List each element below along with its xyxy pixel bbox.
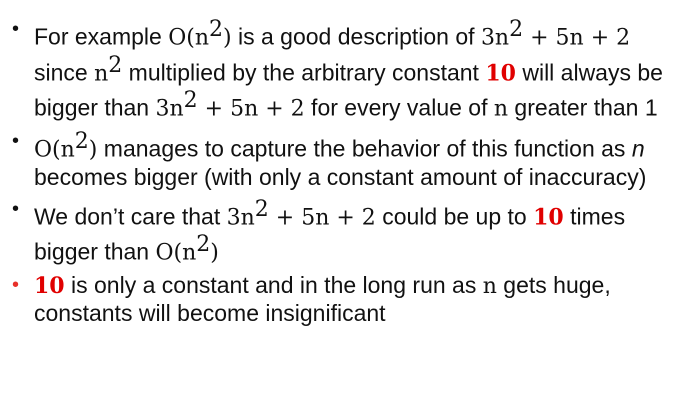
italic-variable: n: [631, 135, 645, 162]
highlight-constant: 10: [533, 204, 564, 231]
bullet-text: becomes bigger (with only a constant amo…: [34, 163, 647, 190]
bullet-text: manages to capture the behavior of this …: [97, 135, 632, 162]
bullet-text: For example: [34, 23, 169, 50]
math-superscript: 2: [74, 128, 89, 154]
math-superscript: 2: [196, 232, 211, 258]
bullet-item: • 10 is only a constant and in the long r…: [10, 272, 680, 327]
math-expression: 3n: [155, 96, 184, 122]
bullet-text: could be up to: [375, 203, 534, 230]
math-superscript: 2: [209, 17, 224, 42]
bullet-text: greater than 1: [508, 94, 658, 121]
math-expression: + 5n + 2: [197, 96, 305, 122]
math-expression: O(n: [34, 137, 75, 163]
bullet-marker: •: [12, 273, 20, 296]
highlight-constant: 10: [34, 272, 65, 299]
math-expression: + 5n + 2: [268, 205, 376, 231]
bullet-text: is a good description of: [231, 23, 481, 50]
bullet-marker: •: [12, 197, 20, 220]
math-expression: n: [493, 96, 509, 122]
math-expression: ): [210, 240, 219, 266]
math-expression: 3n: [480, 25, 510, 51]
bullet-text: multiplied by the arbitrary constant: [122, 59, 486, 86]
bullet-item: • For example O(n2) is a good description…: [10, 16, 680, 123]
math-expression: 3n: [226, 205, 255, 231]
bullet-item: • We don’t care that 3n2 + 5n + 2 could b…: [10, 196, 680, 267]
bullet-text: We don’t care that: [34, 203, 227, 230]
bullet-list: • For example O(n2) is a good description…: [10, 16, 680, 332]
bullet-text: is only a constant and in the long run a…: [64, 271, 483, 298]
math-expression: O(n: [155, 240, 197, 266]
bullet-text: since: [34, 59, 95, 86]
math-expression: n: [482, 273, 497, 299]
math-expression: ): [223, 25, 232, 51]
bullet-marker: •: [12, 129, 20, 152]
bullet-text: for every value of: [304, 94, 494, 121]
math-expression: O(n: [168, 25, 210, 51]
math-superscript: 2: [254, 196, 269, 222]
bullet-marker: •: [12, 18, 20, 40]
math-superscript: 2: [509, 17, 524, 42]
math-expression: n: [94, 61, 109, 87]
bullet-item: • O(n2) manages to capture the behavior o…: [10, 128, 680, 191]
highlight-constant: 10: [485, 60, 516, 87]
math-expression: + 5n + 2: [523, 25, 631, 51]
math-superscript: 2: [183, 88, 198, 114]
math-superscript: 2: [108, 52, 123, 78]
slide: • For example O(n2) is a good description…: [0, 0, 688, 408]
